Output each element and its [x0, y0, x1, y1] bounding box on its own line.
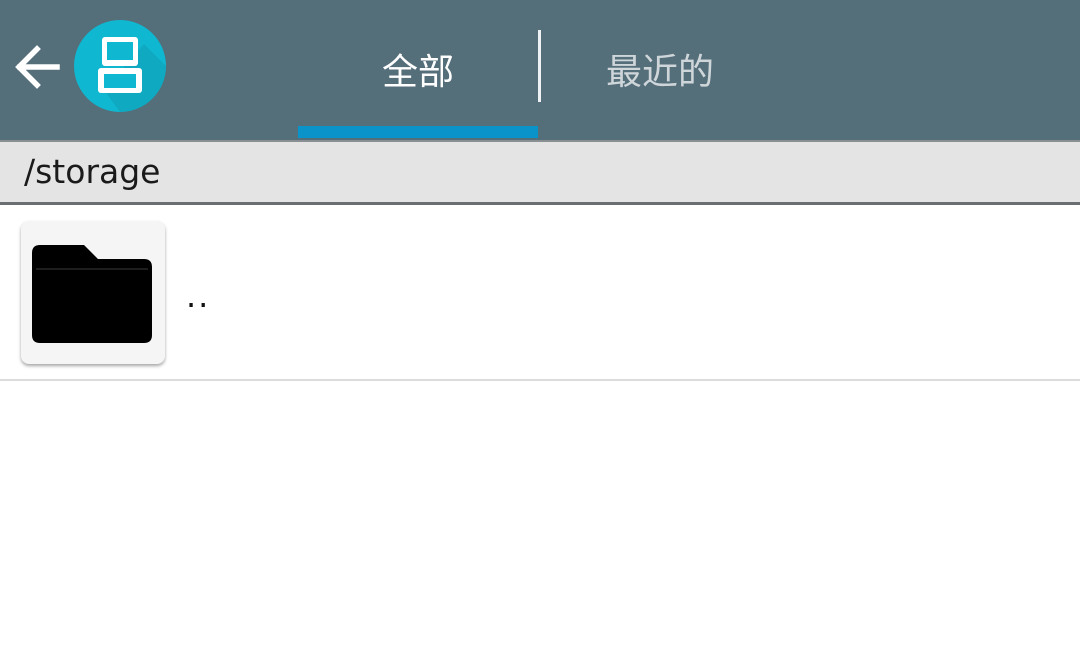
tab-all-label: 全部: [381, 52, 454, 93]
tab-recent-label: 最近的: [605, 52, 714, 93]
tab-selected-indicator: [298, 126, 538, 138]
arrow-left-icon: [15, 45, 60, 89]
app-logo: [74, 20, 166, 112]
folder-thumbnail: [21, 221, 165, 364]
list-item[interactable]: ..: [0, 205, 1080, 379]
dual-screen-console-icon: [74, 20, 166, 112]
folder-icon: [32, 245, 152, 343]
file-name: ..: [186, 277, 211, 315]
row-divider: [0, 379, 1080, 381]
tab-all[interactable]: 全部: [298, 0, 538, 138]
app-bar: 全部 最近的: [0, 0, 1080, 140]
tab-recent[interactable]: 最近的: [540, 0, 780, 138]
current-path: /storage: [24, 152, 161, 191]
breadcrumb: /storage: [0, 140, 1080, 205]
back-button[interactable]: [8, 38, 66, 96]
